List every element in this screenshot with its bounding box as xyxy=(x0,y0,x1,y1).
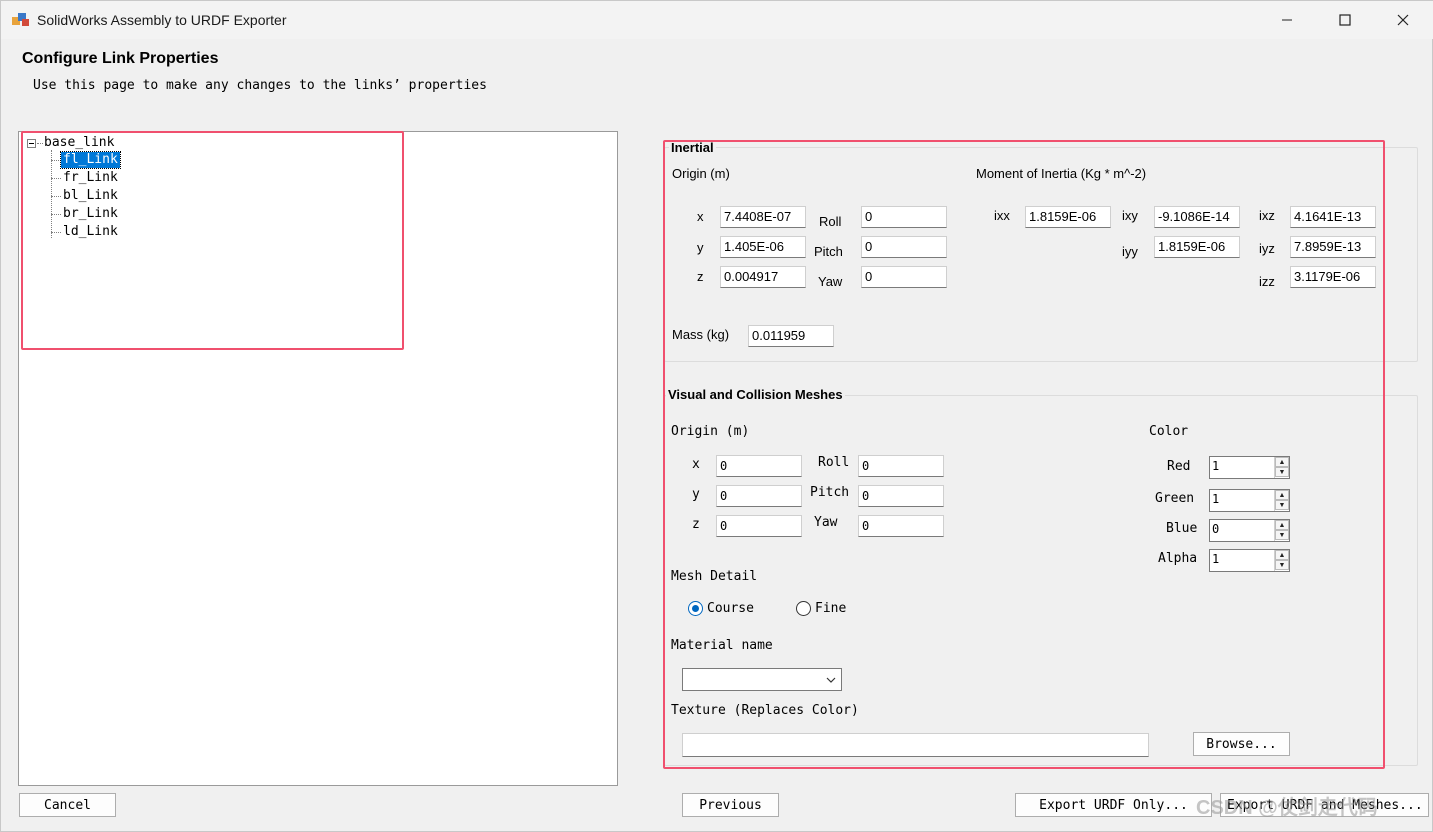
maximize-button[interactable] xyxy=(1316,1,1374,39)
cancel-button[interactable]: Cancel xyxy=(19,793,116,817)
highlight-box-properties xyxy=(663,140,1385,769)
minimize-icon xyxy=(1282,19,1292,21)
close-icon xyxy=(1397,14,1409,26)
highlight-box-tree xyxy=(21,131,404,350)
window-title: SolidWorks Assembly to URDF Exporter xyxy=(37,12,287,28)
page-subheading: Use this page to make any changes to the… xyxy=(33,78,487,93)
app-icon xyxy=(12,13,29,26)
close-button[interactable] xyxy=(1374,1,1432,39)
page-heading: Configure Link Properties xyxy=(22,50,219,67)
minimize-button[interactable] xyxy=(1258,1,1316,39)
maximize-icon xyxy=(1339,14,1351,26)
title-bar: SolidWorks Assembly to URDF Exporter xyxy=(1,1,1433,39)
app-window: SolidWorks Assembly to URDF Exporter Con… xyxy=(0,0,1433,832)
watermark: CSDN @仗剑走代码 xyxy=(1196,797,1378,819)
export-urdf-only-button[interactable]: Export URDF Only... xyxy=(1015,793,1212,817)
previous-button[interactable]: Previous xyxy=(682,793,779,817)
